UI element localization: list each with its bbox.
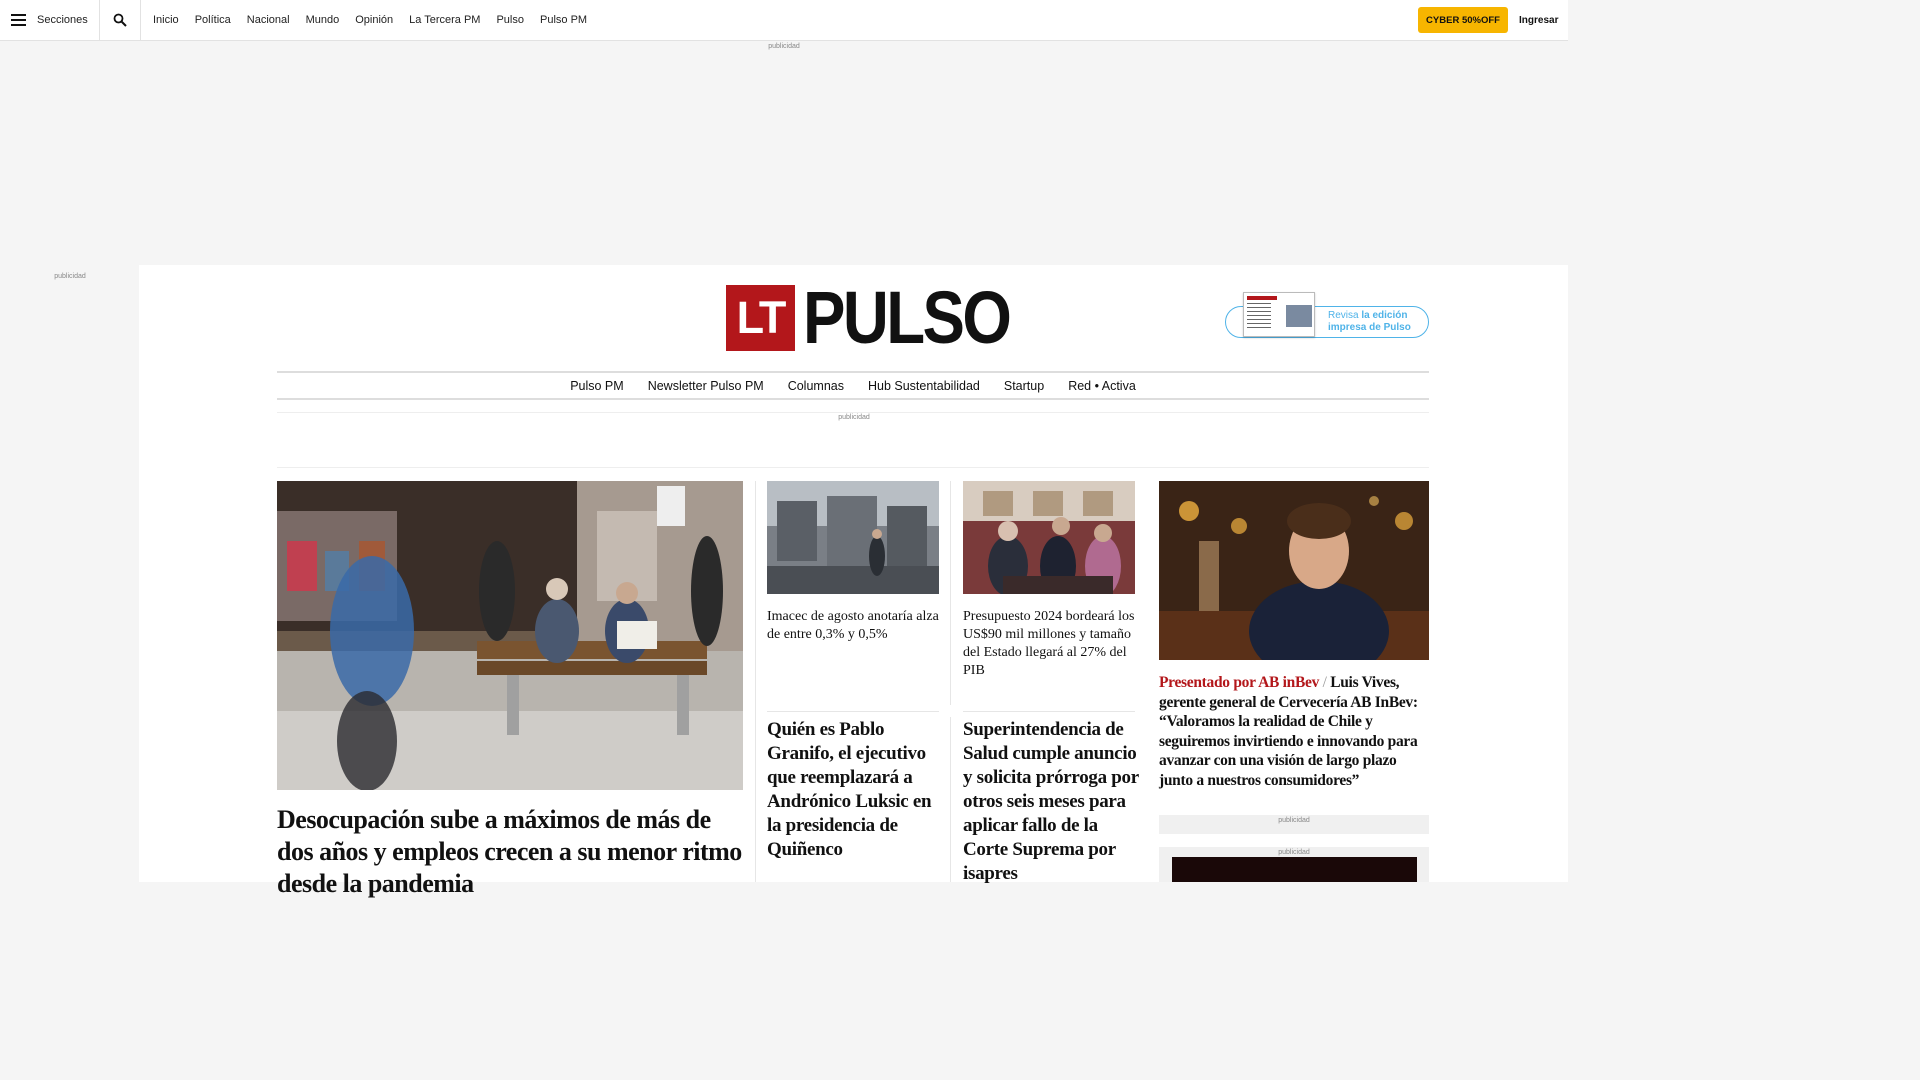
nav-pulso[interactable]: Pulso — [496, 14, 524, 26]
sponsor-separator: / — [1322, 674, 1327, 691]
nav-mundo[interactable]: Mundo — [306, 14, 340, 26]
presupuesto-story-image[interactable] — [963, 481, 1135, 594]
top-nav: Inicio Política Nacional Mundo Opinión L… — [153, 0, 587, 40]
main-story-headline[interactable]: Desocupación sube a máximos de más de do… — [277, 804, 743, 900]
cyber-offer-button[interactable]: CYBER 50%OFF — [1418, 7, 1508, 33]
imacec-story-headline[interactable]: Imacec de agosto anotaría alza de entre … — [767, 608, 939, 644]
ad-label-right-1: publicidad — [1278, 817, 1310, 824]
print-edition-thumbnail — [1243, 292, 1315, 337]
sections-label: Secciones — [37, 14, 88, 26]
nav-opinion[interactable]: Opinión — [355, 14, 393, 26]
secnav-columnas[interactable]: Columnas — [788, 379, 844, 393]
sponsored-story-headline: Luis Vives, gerente general de Cervecerí… — [1159, 674, 1418, 789]
sections-menu-button[interactable]: Secciones — [0, 0, 100, 40]
ad-label-top: publicidad — [768, 43, 800, 50]
divider — [950, 481, 951, 705]
divider — [963, 711, 1135, 712]
nav-pulso-pm[interactable]: Pulso PM — [540, 14, 587, 26]
superintendencia-story-headline[interactable]: Superintendencia de Salud cumple anuncio… — [963, 718, 1141, 886]
ad-label-right-2: publicidad — [1278, 849, 1310, 856]
ad-label-strip: publicidad — [838, 414, 870, 421]
search-button[interactable] — [100, 0, 141, 40]
ad-image[interactable] — [1172, 857, 1417, 882]
top-bar: Secciones Inicio Política Nacional Mundo… — [0, 0, 1568, 41]
menu-icon — [11, 14, 26, 26]
granifo-story-headline[interactable]: Quién es Pablo Granifo, el ejecutivo que… — [767, 718, 943, 862]
print-edition-label: Revisa la edición impresa de Pulso — [1328, 310, 1411, 333]
secnav-newsletter[interactable]: Newsletter Pulso PM — [648, 379, 764, 393]
secnav-red-activa[interactable]: Red • Activa — [1068, 379, 1136, 393]
divider — [755, 481, 756, 882]
secnav-pulso-pm[interactable]: Pulso PM — [570, 379, 624, 393]
pulso-wordmark: PULSO — [803, 276, 1012, 359]
print-edition-button[interactable]: Revisa la edición impresa de Pulso — [1225, 292, 1429, 338]
pulso-logo[interactable]: LT PULSO — [726, 276, 1043, 359]
search-icon — [113, 13, 127, 27]
lt-logo-mark: LT — [726, 285, 795, 351]
presupuesto-story-headline[interactable]: Presupuesto 2024 bordeará los US$90 mil … — [963, 608, 1139, 680]
secnav-hub-sustentabilidad[interactable]: Hub Sustentabilidad — [868, 379, 980, 393]
sponsor-label: Presentado por AB inBev — [1159, 674, 1320, 691]
sponsored-story[interactable]: Presentado por AB inBev / Luis Vives, ge… — [1159, 673, 1429, 790]
ad-label-left: publicidad — [54, 273, 86, 280]
divider — [950, 717, 951, 882]
main-story-image[interactable] — [277, 481, 743, 790]
sponsored-story-image[interactable] — [1159, 481, 1429, 660]
login-link[interactable]: Ingresar — [1519, 15, 1558, 26]
secnav-startup[interactable]: Startup — [1004, 379, 1044, 393]
nav-nacional[interactable]: Nacional — [247, 14, 290, 26]
section-nav: Pulso PM Newsletter Pulso PM Columnas Hu… — [277, 371, 1429, 400]
nav-la-tercera-pm[interactable]: La Tercera PM — [409, 14, 480, 26]
nav-inicio[interactable]: Inicio — [153, 14, 179, 26]
divider — [767, 711, 939, 712]
imacec-story-image[interactable] — [767, 481, 939, 594]
nav-politica[interactable]: Política — [195, 14, 231, 26]
